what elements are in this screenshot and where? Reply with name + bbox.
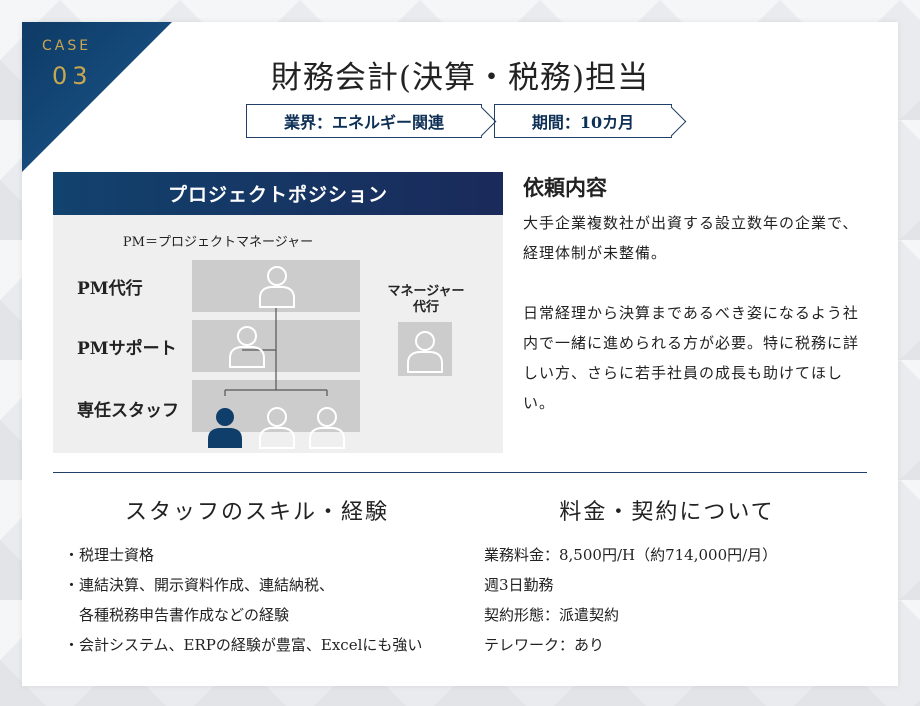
industry-tag: 業界：エネルギー関連 <box>246 104 497 138</box>
person-icon-manager-deputy <box>407 331 443 373</box>
page-title: 財務会計(決算・税務)担当 <box>270 60 650 96</box>
manager-label-line1: マネージャー <box>387 284 465 299</box>
industry-tag-text: 業界：エネルギー関連 <box>283 113 444 132</box>
project-position-panel: プロジェクトポジション PM＝プロジェクトマネージャー PM代行 PMサポート … <box>53 172 503 453</box>
manager-label-line2: 代行 <box>412 300 439 315</box>
manager-deputy-label: マネージャー 代行 <box>371 284 481 316</box>
skills-list: ・税理士資格 ・連結決算、開示資料作成、連結納税、 各種税務申告書作成などの経験… <box>64 540 422 660</box>
fee-list: 業務料金：8,500円/H（約714,000円/月） 週3日勤務 契約形態：派遣… <box>484 540 777 660</box>
request-paragraph-2: 日常経理から決算まであるべき姿になるよう社内で一緒に進められる方が必要。特に税務… <box>523 304 860 412</box>
request-text: 大手企業複数社が出資する設立数年の企業で、経理体制が未整備。 日常経理から決算ま… <box>523 208 868 418</box>
person-icon-staff-highlighted <box>208 408 242 448</box>
period-tag-text: 期間：10カ月 <box>531 113 635 132</box>
skill-item: 各種税務申告書作成などの経験 <box>64 606 290 624</box>
request-paragraph-1: 大手企業複数社が出資する設立数年の企業で、経理体制が未整備。 <box>523 214 859 262</box>
fee-item: 業務料金：8,500円/H（約714,000円/月） <box>484 546 778 564</box>
request-heading: 依頼内容 <box>523 175 607 200</box>
skill-item: ・税理士資格 <box>64 546 155 564</box>
section-divider <box>53 472 867 473</box>
skill-item: ・会計システム、ERPの経験が豊富、Excelにも強い <box>64 636 423 654</box>
tag-notch <box>656 106 687 137</box>
fee-heading: 料金・契約について <box>559 500 775 525</box>
fee-item: テレワーク：あり <box>484 636 605 654</box>
project-position-heading: プロジェクトポジション <box>53 172 503 215</box>
period-tag: 期間：10カ月 <box>494 104 687 138</box>
skills-heading: スタッフのスキル・経験 <box>124 500 389 525</box>
tag-notch <box>466 106 497 137</box>
row-label-pm: PM代行 <box>77 279 143 299</box>
row-label-staff: 専任スタッフ <box>77 401 179 421</box>
row-label-pm-support: PMサポート <box>77 339 177 359</box>
skill-item: ・連結決算、開示資料作成、連結納税、 <box>64 576 335 594</box>
person-icon-pm-support <box>229 326 265 368</box>
person-icon-staff <box>259 407 295 449</box>
fee-item: 週3日勤務 <box>484 576 554 594</box>
fee-item: 契約形態：派遣契約 <box>484 606 620 624</box>
case-card: CASE 03 財務会計(決算・税務)担当 業界：エネルギー関連 期間：10カ月… <box>22 22 898 686</box>
person-icon-pm <box>259 266 295 308</box>
person-icon-staff <box>309 407 345 449</box>
pm-note: PM＝プロジェクトマネージャー <box>122 235 314 250</box>
